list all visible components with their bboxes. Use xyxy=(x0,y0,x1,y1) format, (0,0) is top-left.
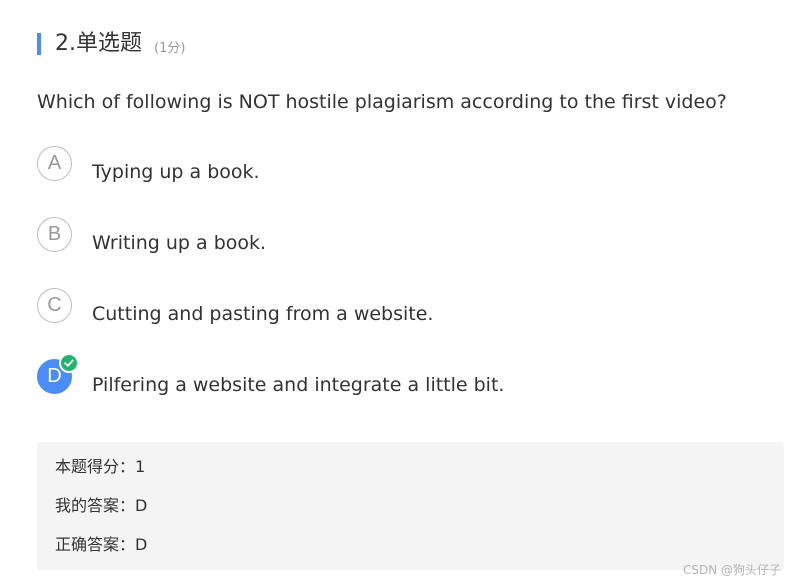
option-d-label: Pilfering a website and integrate a litt… xyxy=(92,374,505,396)
option-a-label: Typing up a book. xyxy=(92,161,260,183)
option-a[interactable]: A Typing up a book. xyxy=(37,146,737,188)
question-header: 2.单选题 (1分) xyxy=(37,29,185,59)
option-c[interactable]: C Cutting and pasting from a website. xyxy=(37,288,737,330)
option-c-label: Cutting and pasting from a website. xyxy=(92,303,434,325)
question-score: 本题得分：1 xyxy=(55,457,146,476)
answer-summary-panel: 本题得分：1 我的答案：D 正确答案：D xyxy=(37,442,784,570)
option-b[interactable]: B Writing up a book. xyxy=(37,217,737,259)
option-c-letter[interactable]: C xyxy=(37,288,72,323)
option-b-letter[interactable]: B xyxy=(37,217,72,252)
question-type-title: 2.单选题 xyxy=(55,31,142,56)
option-a-letter[interactable]: A xyxy=(37,146,72,181)
option-b-label: Writing up a book. xyxy=(92,232,267,254)
question-text: Which of following is NOT hostile plagia… xyxy=(37,91,727,113)
correct-answer: 正确答案：D xyxy=(55,535,148,554)
check-circle-icon xyxy=(59,353,79,373)
csdn-watermark: CSDN @狗头仔子 xyxy=(682,563,781,577)
option-d[interactable]: D Pilfering a website and integrate a li… xyxy=(37,353,737,401)
question-score-note: (1分) xyxy=(154,40,186,56)
my-answer: 我的答案：D xyxy=(55,496,148,515)
question-accent-bar xyxy=(37,33,41,55)
